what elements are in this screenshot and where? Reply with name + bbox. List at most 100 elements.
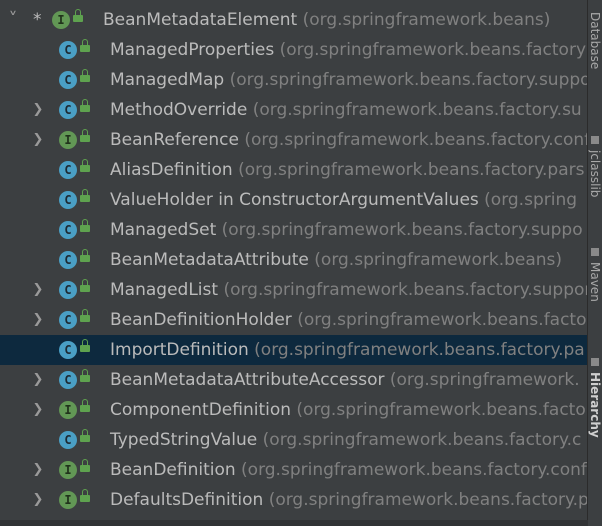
chevron-right-icon[interactable]: ❯ bbox=[31, 455, 45, 485]
package-name: (org.springframework.beans.factory.suppo… bbox=[223, 280, 588, 300]
tree-row[interactable]: C ManagedProperties (org.springframework.… bbox=[0, 35, 588, 65]
tree-row[interactable]: ❯ I BeanReference (org.springframework.bea… bbox=[0, 125, 588, 155]
class-icon: C bbox=[59, 41, 77, 59]
chevron-right-icon[interactable]: ❯ bbox=[31, 125, 45, 155]
tree-row-label: ManagedList (org.springframework.beans.f… bbox=[110, 275, 588, 305]
class-name: BeanMetadataElement bbox=[103, 10, 298, 30]
chevron-right-icon[interactable]: ❯ bbox=[31, 395, 45, 425]
tree-row[interactable]: ❯ C ManagedList (org.springframework.beans… bbox=[0, 275, 588, 305]
chevron-right-icon[interactable]: ❯ bbox=[31, 485, 45, 515]
tree-row[interactable]: ❯ I BeanDefinition (org.springframework.be… bbox=[0, 455, 588, 485]
package-name: (org.springframework.beans.factory bbox=[279, 40, 587, 60]
public-lock-icon bbox=[80, 489, 90, 502]
chevron-right-icon[interactable]: ❯ bbox=[31, 305, 45, 335]
tree-row-label: AliasDefinition (org.springframework.bea… bbox=[110, 155, 584, 185]
package-name: (org.springframework.beans.factory.su bbox=[252, 100, 582, 120]
tree-row-label: BeanMetadataAttributeAccessor (org.sprin… bbox=[110, 365, 580, 395]
public-lock-icon bbox=[80, 249, 90, 262]
class-name: ComponentDefinition bbox=[110, 400, 292, 420]
package-name: (org.springframework.beans.factory.pars bbox=[238, 160, 585, 180]
tool-window-icon bbox=[591, 136, 599, 144]
tree-row[interactable]: C ManagedMap (org.springframework.beans.f… bbox=[0, 65, 588, 95]
tree-row[interactable]: ˅ * I BeanMetadataElement (org.springframew… bbox=[0, 5, 588, 35]
public-lock-icon bbox=[80, 159, 90, 172]
class-name: BeanDefinition bbox=[110, 460, 236, 480]
package-name: (org.springframework.beans.facto bbox=[296, 400, 586, 420]
public-lock-icon bbox=[80, 279, 90, 292]
tree-row-label: ManagedSet (org.springframework.beans.fa… bbox=[110, 215, 583, 245]
tree-row-label: ManagedMap (org.springframework.beans.fa… bbox=[110, 65, 588, 95]
tree-row-label: ImportDefinition (org.springframework.be… bbox=[110, 335, 585, 365]
class-name: ManagedProperties bbox=[110, 40, 275, 60]
tool-window-tab-maven[interactable]: Maven bbox=[588, 262, 602, 322]
tree-row-label: ValueHolder in ConstructorArgumentValues… bbox=[110, 185, 577, 215]
class-icon: C bbox=[59, 431, 77, 449]
tree-row[interactable]: C AliasDefinition (org.springframework.be… bbox=[0, 155, 588, 185]
public-lock-icon bbox=[80, 69, 90, 82]
public-lock-icon bbox=[80, 309, 90, 322]
public-lock-icon bbox=[73, 9, 83, 22]
class-name: ImportDefinition bbox=[110, 340, 249, 360]
tree-row[interactable]: ❯ C BeanMetadataAttributeAccessor (org.spr… bbox=[0, 365, 588, 395]
public-lock-icon bbox=[80, 129, 90, 142]
tree-row[interactable]: C ValueHolder in ConstructorArgumentValue… bbox=[0, 185, 588, 215]
public-lock-icon bbox=[80, 399, 90, 412]
package-name: (org.springframework.beans) bbox=[302, 10, 551, 30]
public-lock-icon bbox=[80, 219, 90, 232]
tool-window-tab-database[interactable]: Database bbox=[588, 12, 602, 82]
package-name: (org.spring bbox=[484, 190, 578, 210]
package-name: (org.springframework.beans.factory.c bbox=[262, 430, 582, 450]
tree-row-label: BeanMetadataAttribute (org.springframewo… bbox=[110, 245, 562, 275]
package-name: (org.springframework.beans.factory.suppo bbox=[229, 70, 588, 90]
class-name: ManagedMap bbox=[110, 70, 225, 90]
chevron-right-icon[interactable]: ❯ bbox=[31, 95, 45, 125]
chevron-right-icon[interactable]: ❯ bbox=[31, 275, 45, 305]
class-icon: C bbox=[59, 341, 77, 359]
horizontal-scrollbar[interactable] bbox=[0, 520, 588, 526]
public-lock-icon bbox=[80, 429, 90, 442]
right-tool-window-bar: Database jclasslib Maven Hierarchy bbox=[587, 0, 602, 526]
tool-window-icon bbox=[591, 248, 599, 256]
class-name: TypedStringValue bbox=[110, 430, 258, 450]
tool-window-tab-hierarchy[interactable]: Hierarchy bbox=[588, 372, 602, 482]
class-name: BeanMetadataAttributeAccessor bbox=[110, 370, 385, 390]
class-name: ValueHolder in ConstructorArgumentValues bbox=[110, 190, 479, 210]
class-name: ManagedList bbox=[110, 280, 219, 300]
tree-row[interactable]: C TypedStringValue (org.springframework.b… bbox=[0, 425, 588, 455]
tree-row-label: DefaultsDefinition (org.springframework.… bbox=[110, 485, 588, 515]
class-name: BeanMetadataAttribute bbox=[110, 250, 309, 270]
public-lock-icon bbox=[80, 369, 90, 382]
tree-row-label: TypedStringValue (org.springframework.be… bbox=[110, 425, 581, 455]
class-name: AliasDefinition bbox=[110, 160, 233, 180]
interface-icon: I bbox=[52, 11, 70, 29]
tree-row[interactable]: C ImportDefinition (org.springframework.b… bbox=[0, 335, 588, 365]
class-name: MethodOverride bbox=[110, 100, 248, 120]
package-name: (org.springframework.beans.factory.conf bbox=[241, 460, 587, 480]
chevron-down-icon[interactable]: ˅ bbox=[6, 5, 20, 35]
interface-icon: I bbox=[59, 461, 77, 479]
interface-icon: I bbox=[59, 401, 77, 419]
class-name: DefaultsDefinition bbox=[110, 490, 264, 510]
tree-row-label: BeanDefinition (org.springframework.bean… bbox=[110, 455, 587, 485]
chevron-right-icon[interactable]: ❯ bbox=[31, 365, 45, 395]
tool-window-icon bbox=[591, 358, 599, 366]
tree-row-label: ManagedProperties (org.springframework.b… bbox=[110, 35, 586, 65]
class-icon: C bbox=[59, 311, 77, 329]
tree-row[interactable]: ❯ C MethodOverride (org.springframework.be… bbox=[0, 95, 588, 125]
class-icon: C bbox=[59, 191, 77, 209]
tree-row[interactable]: ❯ I ComponentDefinition (org.springframewo… bbox=[0, 395, 588, 425]
tree-row-label: BeanReference (org.springframework.beans… bbox=[110, 125, 588, 155]
tree-row[interactable]: ❯ I DefaultsDefinition (org.springframewor… bbox=[0, 485, 588, 515]
class-name: ManagedSet bbox=[110, 220, 217, 240]
class-icon: C bbox=[59, 221, 77, 239]
tree-row[interactable]: C BeanMetadataAttribute (org.springframew… bbox=[0, 245, 588, 275]
tree-row[interactable]: ❯ C BeanDefinitionHolder (org.springframew… bbox=[0, 305, 588, 335]
interface-icon: I bbox=[59, 491, 77, 509]
tool-window-tab-jclasslib[interactable]: jclasslib bbox=[588, 150, 602, 230]
tree-row[interactable]: C ManagedSet (org.springframework.beans.f… bbox=[0, 215, 588, 245]
star-marker: * bbox=[33, 10, 42, 30]
tree-row-label: BeanMetadataElement (org.springframework… bbox=[103, 5, 550, 35]
class-icon: C bbox=[59, 71, 77, 89]
class-icon: C bbox=[59, 251, 77, 269]
interface-icon: I bbox=[59, 131, 77, 149]
